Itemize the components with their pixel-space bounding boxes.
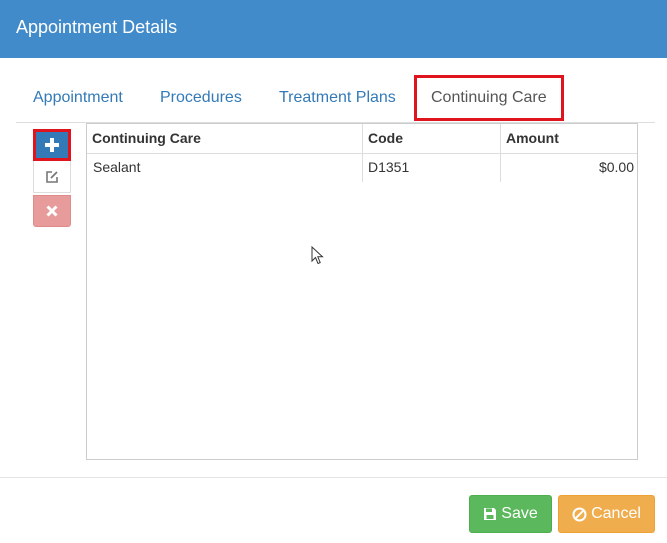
continuing-care-grid: Continuing Care Code Amount Sealant D135…: [86, 123, 638, 460]
save-button[interactable]: Save: [469, 495, 552, 533]
times-icon: [46, 205, 58, 217]
ban-icon: [572, 507, 587, 521]
edit-button[interactable]: [33, 161, 71, 193]
mouse-cursor-icon: [311, 246, 324, 265]
tab-procedures[interactable]: Procedures: [160, 75, 242, 123]
delete-button[interactable]: [33, 195, 71, 227]
cancel-button[interactable]: Cancel: [558, 495, 655, 533]
table-row[interactable]: Sealant D1351 $0.00: [87, 154, 637, 182]
cell-code: D1351: [368, 159, 410, 175]
plus-icon: [45, 138, 59, 152]
tab-continuing-care[interactable]: Continuing Care: [414, 75, 564, 121]
floppy-disk-icon: [484, 508, 497, 520]
column-header-continuing-care[interactable]: Continuing Care: [87, 124, 362, 153]
add-button[interactable]: [33, 129, 71, 161]
cell-amount: $0.00: [598, 159, 634, 175]
tab-treatment-plans[interactable]: Treatment Plans: [279, 75, 396, 123]
modal-title: Appointment Details: [16, 17, 178, 37]
save-label: Save: [501, 505, 538, 522]
tab-appointment[interactable]: Appointment: [33, 75, 123, 123]
column-header-code[interactable]: Code: [363, 124, 500, 153]
modal-header: Appointment Details: [0, 0, 667, 58]
footer-divider: [0, 477, 667, 478]
column-header-amount[interactable]: Amount: [501, 124, 637, 153]
tab-bar: Appointment Procedures Treatment Plans C…: [16, 75, 655, 123]
cancel-label: Cancel: [591, 505, 641, 522]
cell-continuing-care: Sealant: [93, 159, 141, 175]
edit-icon: [46, 170, 58, 183]
